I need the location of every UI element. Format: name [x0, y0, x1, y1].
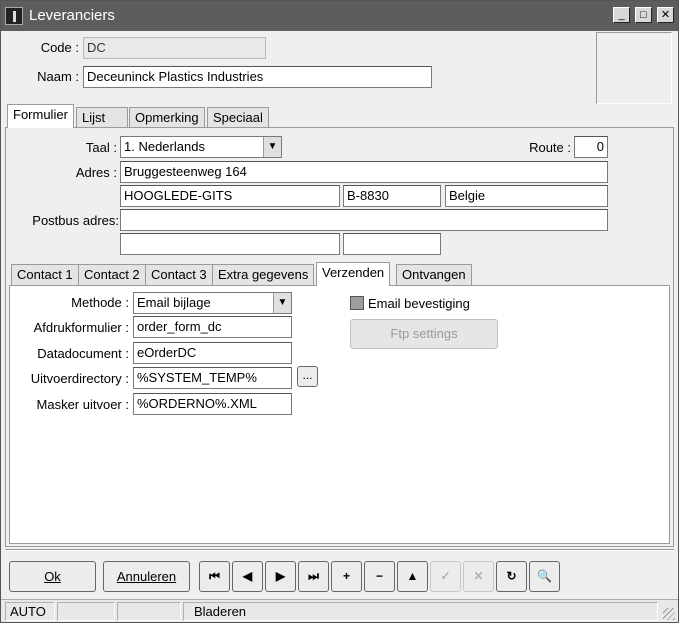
- route-label: Route :: [529, 140, 571, 155]
- add-record-icon: +: [342, 569, 350, 583]
- refresh-icon: ↻: [506, 569, 517, 583]
- code-label: Code :: [40, 40, 79, 55]
- methode-label: Methode :: [71, 295, 129, 310]
- previous-record-button[interactable]: ◀: [232, 561, 263, 592]
- post-record-icon: ✓: [440, 569, 451, 583]
- cancel-edit-icon: ✕: [473, 569, 484, 583]
- naam-field[interactable]: Deceuninck Plastics Industries: [83, 66, 432, 88]
- edit-record-icon: ▲: [406, 569, 419, 583]
- post-record-button[interactable]: ✓: [430, 561, 461, 592]
- annuleren-button[interactable]: Annuleren: [103, 561, 190, 592]
- first-record-icon: ⏮: [209, 569, 220, 583]
- delete-record-button[interactable]: −: [364, 561, 395, 592]
- adres-country-field[interactable]: Belgie: [445, 185, 608, 207]
- cancel-edit-button[interactable]: ✕: [463, 561, 494, 592]
- browse-button[interactable]: ...: [297, 366, 318, 387]
- methode-value: Email bijlage: [137, 295, 211, 310]
- tab-verzenden[interactable]: Verzenden: [316, 262, 391, 286]
- refresh-button[interactable]: ↻: [496, 561, 527, 592]
- status-bar: AUTO Bladeren: [1, 599, 678, 622]
- first-record-button[interactable]: ⏮: [199, 561, 230, 592]
- route-field[interactable]: 0: [574, 136, 608, 158]
- adres-city-field[interactable]: HOOGLEDE-GITS: [120, 185, 340, 207]
- tab-ontvangen[interactable]: Ontvangen: [396, 264, 472, 285]
- taal-value: 1. Nederlands: [124, 139, 205, 154]
- status-state: Bladeren: [183, 602, 658, 621]
- tab-lijst[interactable]: Lijst: [76, 107, 128, 128]
- tab-formulier[interactable]: Formulier: [7, 104, 74, 128]
- tab-contact-1[interactable]: Contact 1: [11, 264, 79, 285]
- masker-uitvoer-field[interactable]: %ORDERNO%.XML: [133, 393, 292, 415]
- uitvoerdirectory-field[interactable]: %SYSTEM_TEMP%: [133, 367, 292, 389]
- tab-opmerking[interactable]: Opmerking: [129, 107, 205, 128]
- email-bevestiging-checkbox[interactable]: [350, 296, 364, 310]
- methode-select[interactable]: Email bijlage ▼: [133, 292, 292, 314]
- naam-label: Naam :: [37, 69, 79, 84]
- postbus-city-field[interactable]: [120, 233, 340, 255]
- tab-speciaal[interactable]: Speciaal: [207, 107, 269, 128]
- afdrukformulier-label: Afdrukformulier :: [33, 320, 129, 335]
- edit-record-button[interactable]: ▲: [397, 561, 428, 592]
- last-record-button[interactable]: ⏭: [298, 561, 329, 592]
- uitvoerdirectory-label: Uitvoerdirectory :: [30, 371, 129, 386]
- app-icon: [5, 7, 23, 25]
- minimize-button[interactable]: _: [613, 7, 630, 23]
- afdrukformulier-field[interactable]: order_form_dc: [133, 316, 292, 338]
- taal-select[interactable]: 1. Nederlands ▼: [120, 136, 282, 158]
- add-record-button[interactable]: +: [331, 561, 362, 592]
- postbus-label: Postbus adres:: [32, 213, 119, 228]
- photo-frame: [596, 32, 672, 104]
- window-title: Leveranciers: [29, 7, 115, 24]
- adres-postcode-field[interactable]: B-8830: [343, 185, 441, 207]
- delete-record-icon: −: [375, 569, 383, 583]
- previous-record-icon: ◀: [242, 569, 253, 583]
- postbus-field[interactable]: [120, 209, 608, 231]
- next-record-button[interactable]: ▶: [265, 561, 296, 592]
- divider: [5, 549, 674, 551]
- tab-contact-3[interactable]: Contact 3: [145, 264, 213, 285]
- annuleren-label: Annuleren: [116, 569, 177, 584]
- leveranciers-window: Leveranciers _ □ ✕ Code : DC Naam : Dece…: [0, 0, 679, 623]
- maximize-button[interactable]: □: [635, 7, 652, 23]
- title-bar: Leveranciers _ □ ✕: [1, 1, 678, 31]
- status-cell-3: [117, 602, 181, 621]
- adres-street-field[interactable]: Bruggesteenweg 164: [120, 161, 608, 183]
- tab-extra-gegevens[interactable]: Extra gegevens: [212, 264, 315, 285]
- datadocument-label: Datadocument :: [37, 346, 129, 361]
- next-record-icon: ▶: [275, 569, 286, 583]
- datadocument-field[interactable]: eOrderDC: [133, 342, 292, 364]
- code-field[interactable]: DC: [83, 37, 266, 59]
- masker-uitvoer-label: Masker uitvoer :: [36, 397, 129, 412]
- close-button[interactable]: ✕: [657, 7, 674, 23]
- resize-grip-icon[interactable]: [663, 608, 675, 620]
- email-bevestiging-label: Email bevestiging: [368, 296, 470, 311]
- search-button[interactable]: 🔍: [529, 561, 560, 592]
- status-mode: AUTO: [5, 602, 55, 621]
- adres-label: Adres :: [75, 165, 117, 180]
- chevron-down-icon[interactable]: ▼: [273, 293, 291, 313]
- tab-contact-2[interactable]: Contact 2: [78, 264, 146, 285]
- status-cell-2: [57, 602, 115, 621]
- taal-label: Taal :: [85, 140, 117, 155]
- chevron-down-icon[interactable]: ▼: [263, 137, 281, 157]
- search-icon: 🔍: [537, 569, 552, 583]
- postbus-postcode-field[interactable]: [343, 233, 441, 255]
- ok-button[interactable]: Ok: [9, 561, 96, 592]
- ftp-settings-button[interactable]: Ftp settings: [350, 319, 498, 349]
- ok-label: Ok: [44, 569, 61, 584]
- last-record-icon: ⏭: [308, 569, 319, 583]
